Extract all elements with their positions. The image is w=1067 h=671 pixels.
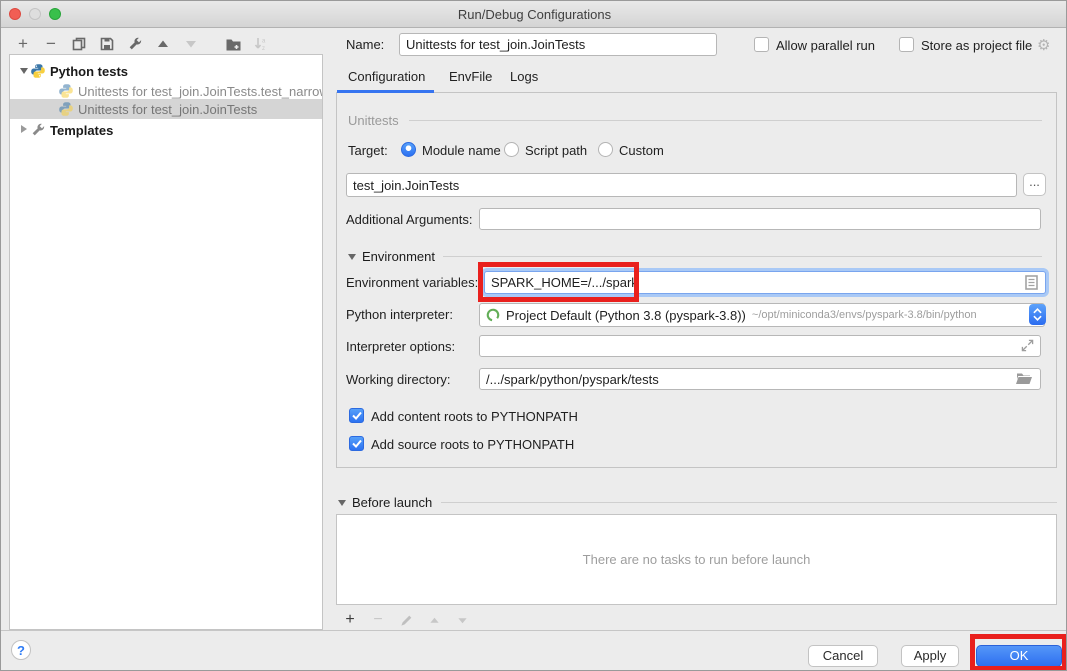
dropdown-stepper-icon[interactable] <box>1029 304 1046 325</box>
store-as-project-file-checkbox[interactable] <box>899 37 914 52</box>
footer-divider <box>1 630 1067 631</box>
add-task-icon[interactable]: + <box>342 612 358 628</box>
python-interpreter-value: Project Default (Python 3.8 (pyspark-3.8… <box>506 308 746 323</box>
working-directory-input[interactable] <box>479 368 1041 390</box>
tree-item-label: Unittests for test_join.JoinTests.test_n… <box>78 84 322 99</box>
add-icon[interactable]: + <box>15 36 31 52</box>
allow-parallel-run-label: Allow parallel run <box>776 38 875 53</box>
copy-icon[interactable] <box>71 36 87 52</box>
store-as-project-file-label: Store as project file <box>921 38 1032 53</box>
tab-logs[interactable]: Logs <box>510 69 538 84</box>
python-icon <box>58 101 74 117</box>
task-toolbar: + − <box>342 612 470 628</box>
move-task-down-icon[interactable] <box>454 612 470 628</box>
tree-item-unittests-test-narrow[interactable]: Unittests for test_join.JoinTests.test_n… <box>10 81 322 101</box>
radio-module-name-label: Module name <box>422 143 501 158</box>
move-task-up-icon[interactable] <box>426 612 442 628</box>
tree-item-label: Unittests for test_join.JoinTests <box>78 102 257 117</box>
interpreter-options-input[interactable] <box>479 335 1041 357</box>
move-down-icon[interactable] <box>183 36 199 52</box>
browse-target-button[interactable]: ... <box>1023 173 1046 196</box>
add-source-roots-checkbox[interactable] <box>349 436 364 451</box>
group-rule <box>409 120 1042 121</box>
save-icon[interactable] <box>99 36 115 52</box>
python-icon <box>58 83 74 99</box>
move-up-icon[interactable] <box>155 36 171 52</box>
run-debug-configurations-dialog: Run/Debug Configurations + − az <box>0 0 1067 671</box>
tab-envfile[interactable]: EnvFile <box>449 69 492 84</box>
interpreter-options-label: Interpreter options: <box>346 339 455 354</box>
python-interpreter-select[interactable]: Project Default (Python 3.8 (pyspark-3.8… <box>479 303 1045 327</box>
before-launch-section-header[interactable]: Before launch <box>338 495 432 510</box>
tree-item-label: Python tests <box>50 64 128 79</box>
add-content-roots-label: Add content roots to PYTHONPATH <box>371 409 578 424</box>
edit-templates-icon[interactable] <box>127 36 143 52</box>
before-launch-task-list: There are no tasks to run before launch <box>336 514 1057 605</box>
chevron-down-icon[interactable] <box>18 66 30 76</box>
help-button[interactable]: ? <box>11 640 31 660</box>
conda-environment-icon <box>486 308 500 322</box>
new-folder-icon[interactable] <box>225 36 241 52</box>
radio-script-path-label: Script path <box>525 143 587 158</box>
radio-custom[interactable] <box>598 142 613 157</box>
sort-alphabetically-icon[interactable]: az <box>253 36 269 52</box>
chevron-down-icon <box>348 254 356 260</box>
python-icon <box>30 63 46 79</box>
target-input[interactable] <box>346 173 1017 197</box>
apply-button[interactable]: Apply <box>901 645 959 667</box>
environment-variables-label: Environment variables: <box>346 275 478 290</box>
radio-script-path[interactable] <box>504 142 519 157</box>
svg-text:z: z <box>262 46 265 51</box>
ok-button[interactable]: OK <box>976 645 1062 667</box>
gear-icon[interactable]: ⚙ <box>1037 36 1050 54</box>
configurations-tree: Python tests Unittests for test_join.Joi… <box>9 54 323 630</box>
name-input[interactable] <box>399 33 717 56</box>
remove-icon[interactable]: − <box>43 36 59 52</box>
python-interpreter-path: ~/opt/miniconda3/envs/pyspark-3.8/bin/py… <box>752 309 977 321</box>
add-content-roots-checkbox[interactable] <box>349 408 364 423</box>
window-title: Run/Debug Configurations <box>1 7 1067 22</box>
radio-module-name[interactable] <box>401 142 416 157</box>
chevron-down-icon <box>338 500 346 506</box>
tree-item-unittests-jointests-selected[interactable]: Unittests for test_join.JoinTests <box>10 99 322 119</box>
working-directory-label: Working directory: <box>346 372 451 387</box>
empty-task-message: There are no tasks to run before launch <box>583 552 811 567</box>
before-launch-rule <box>441 502 1057 503</box>
remove-task-icon[interactable]: − <box>370 612 386 628</box>
radio-custom-label: Custom <box>619 143 664 158</box>
additional-arguments-label: Additional Arguments: <box>346 212 472 227</box>
environment-rule <box>443 256 1042 257</box>
configurations-toolbar: + − az <box>15 35 269 53</box>
browse-variables-icon[interactable] <box>1025 275 1038 293</box>
wrench-icon <box>30 122 46 138</box>
allow-parallel-run-checkbox[interactable] <box>754 37 769 52</box>
tree-item-python-tests[interactable]: Python tests <box>10 61 322 81</box>
svg-text:a: a <box>262 39 266 45</box>
name-label: Name: <box>346 37 384 52</box>
python-interpreter-label: Python interpreter: <box>346 307 453 322</box>
title-bar: Run/Debug Configurations <box>1 1 1067 28</box>
unittests-group-title: Unittests <box>348 113 399 128</box>
folder-icon[interactable] <box>1015 372 1033 388</box>
edit-task-icon[interactable] <box>398 612 414 628</box>
cancel-button[interactable]: Cancel <box>808 645 878 667</box>
environment-section-header[interactable]: Environment <box>348 249 435 264</box>
tree-item-templates[interactable]: Templates <box>10 120 322 140</box>
target-label: Target: <box>348 143 388 158</box>
add-source-roots-label: Add source roots to PYTHONPATH <box>371 437 574 452</box>
expand-field-icon[interactable] <box>1021 339 1034 355</box>
additional-arguments-input[interactable] <box>479 208 1041 230</box>
environment-variables-input[interactable] <box>484 271 1046 294</box>
tab-configuration[interactable]: Configuration <box>348 69 425 84</box>
chevron-right-icon[interactable] <box>18 125 30 135</box>
tree-item-label: Templates <box>50 123 113 138</box>
